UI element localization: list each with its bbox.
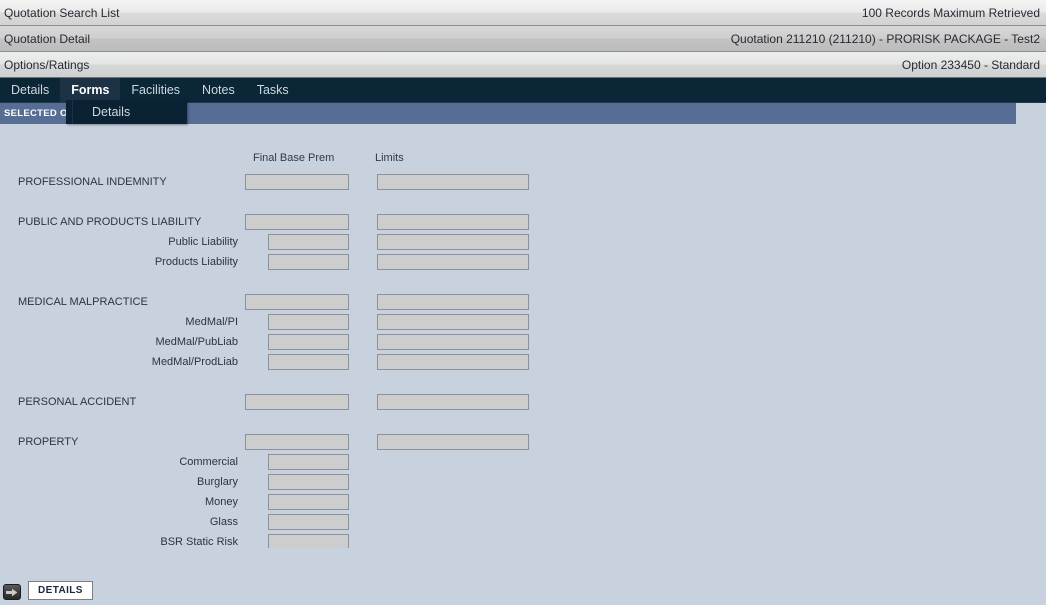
section-row: MEDICAL MALPRACTICE <box>0 292 1046 312</box>
sub-item-premium-input[interactable] <box>268 234 349 250</box>
sub-item-premium-input[interactable] <box>268 494 349 510</box>
section-title: PUBLIC AND PRODUCTS LIABILITY <box>18 216 202 228</box>
sub-item-row: MedMal/PI <box>0 312 1046 332</box>
tab-forms[interactable]: Forms <box>60 78 121 102</box>
sub-item-limits-input[interactable] <box>377 354 529 370</box>
sub-item-premium-input[interactable] <box>268 254 349 270</box>
sub-item-row: Glass <box>0 512 1046 532</box>
context-bar-title: Quotation Search List <box>4 5 120 20</box>
context-bar-quotation-detail[interactable]: Quotation Detail Quotation 211210 (21121… <box>0 26 1046 52</box>
sub-item-label: Burglary <box>197 476 238 488</box>
section-premium-input[interactable] <box>245 294 349 310</box>
section-row: PROPERTY <box>0 432 1046 452</box>
sub-item-limits-input[interactable] <box>377 254 529 270</box>
sub-item-premium-input[interactable] <box>268 454 349 470</box>
section-title: PROPERTY <box>18 436 79 448</box>
section-limits-input[interactable] <box>377 174 529 190</box>
sub-item-label: MedMal/PubLiab <box>155 336 238 348</box>
sub-item-row: MedMal/PubLiab <box>0 332 1046 352</box>
sub-item-row: Products Liability <box>0 252 1046 272</box>
sub-item-row: Public Liability <box>0 232 1046 252</box>
section-premium-input[interactable] <box>245 434 349 450</box>
sub-item-limits-input[interactable] <box>377 314 529 330</box>
sub-item-limits-input[interactable] <box>377 334 529 350</box>
tab-notes[interactable]: Notes <box>191 78 246 102</box>
bottom-bar: DETAILS <box>0 548 1046 605</box>
dropdown-item-details[interactable]: Details <box>92 100 130 124</box>
section-premium-input[interactable] <box>245 214 349 230</box>
section-limits-input[interactable] <box>377 294 529 310</box>
section-limits-input[interactable] <box>377 394 529 410</box>
sub-item-premium-input[interactable] <box>268 514 349 530</box>
sub-item-label: Money <box>204 496 238 508</box>
column-header-limits: Limits <box>375 152 404 164</box>
context-bar-status: 100 Records Maximum Retrieved <box>861 5 1040 20</box>
sub-item-premium-input[interactable] <box>268 354 349 370</box>
tab-details[interactable]: Details <box>0 78 60 102</box>
column-header-final-base-prem: Final Base Prem <box>253 152 335 164</box>
context-bar-status: Quotation 211210 (211210) - PRORISK PACK… <box>730 31 1040 46</box>
section-row: PERSONAL ACCIDENT <box>0 392 1046 412</box>
sub-item-row: Burglary <box>0 472 1046 492</box>
context-bar-status: Option 233450 - Standard <box>901 57 1040 72</box>
bottom-tab-details[interactable]: DETAILS <box>28 581 93 600</box>
context-bar-title: Options/Ratings <box>4 57 90 72</box>
sub-item-label: Products Liability <box>154 256 238 268</box>
sub-item-label: BSR Static Risk <box>160 536 238 548</box>
section-limits-input[interactable] <box>377 214 529 230</box>
sub-item-label: Public Liability <box>168 236 238 248</box>
sub-item-label: Glass <box>209 516 238 528</box>
sub-item-row: MedMal/ProdLiab <box>0 352 1046 372</box>
forms-scroll-area[interactable]: Final Base Prem Limits PROFESSIONAL INDE… <box>0 132 1046 548</box>
sub-item-premium-input[interactable] <box>268 474 349 490</box>
forms-dropdown-menu: Details <box>66 100 187 124</box>
section-title: PERSONAL ACCIDENT <box>18 396 137 408</box>
section-limits-input[interactable] <box>377 434 529 450</box>
section-title: MEDICAL MALPRACTICE <box>18 296 148 308</box>
sub-item-premium-input[interactable] <box>268 314 349 330</box>
section-title: PROFESSIONAL INDEMNITY <box>18 176 167 188</box>
section-row: PROFESSIONAL INDEMNITY <box>0 172 1046 192</box>
sub-item-row: Money <box>0 492 1046 512</box>
sub-item-premium-input[interactable] <box>268 334 349 350</box>
sub-item-row: Commercial <box>0 452 1046 472</box>
context-bar-quotation-search-list[interactable]: Quotation Search List 100 Records Maximu… <box>0 0 1046 26</box>
sub-item-premium-input[interactable] <box>268 534 349 548</box>
sub-item-label: MedMal/ProdLiab <box>151 356 238 368</box>
arrow-right-icon[interactable] <box>3 584 21 600</box>
sub-item-label: Commercial <box>179 456 238 468</box>
tab-tasks[interactable]: Tasks <box>246 78 300 102</box>
section-premium-input[interactable] <box>245 174 349 190</box>
section-row: PUBLIC AND PRODUCTS LIABILITY <box>0 212 1046 232</box>
sub-item-row: BSR Static Risk <box>0 532 1046 548</box>
section-premium-input[interactable] <box>245 394 349 410</box>
application-window: Quotation Search List 100 Records Maximu… <box>0 0 1046 605</box>
sub-item-limits-input[interactable] <box>377 234 529 250</box>
forms-content: Final Base Prem Limits PROFESSIONAL INDE… <box>0 132 1046 548</box>
sub-item-label: MedMal/PI <box>185 316 238 328</box>
context-bar-options-ratings[interactable]: Options/Ratings Option 233450 - Standard <box>0 52 1046 78</box>
context-bar-title: Quotation Detail <box>4 31 91 46</box>
tab-facilities[interactable]: Facilities <box>120 78 191 102</box>
